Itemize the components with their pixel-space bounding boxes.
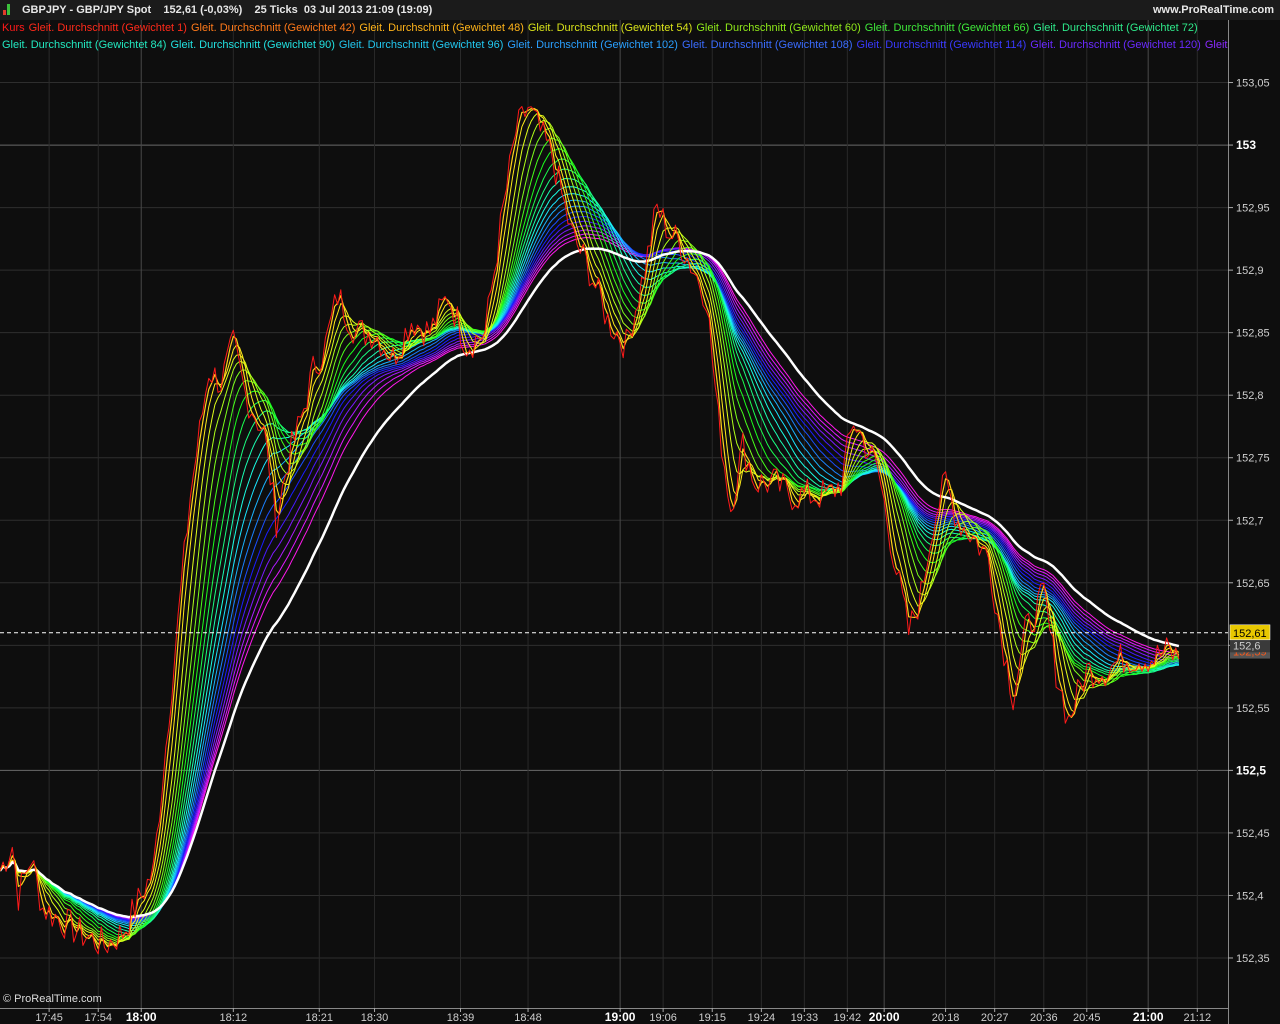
x-tick-label: 18:21 bbox=[306, 1012, 334, 1024]
legend-entry: Gleit. Durchschnitt (Gewichtet 60) bbox=[696, 22, 861, 34]
x-tick-label: 20:36 bbox=[1030, 1012, 1058, 1024]
x-tick-label: 19:24 bbox=[748, 1012, 776, 1024]
legend-entry: Gleit. D bbox=[1204, 39, 1228, 51]
x-tick-label: 19:42 bbox=[834, 1012, 862, 1024]
x-tick-label: 21:12 bbox=[1184, 1012, 1212, 1024]
legend-row-2: Gleit. Durchschnitt (Gewichtet 84) Gleit.… bbox=[2, 39, 1228, 51]
legend-entry: Gleit. Durchschnitt (Gewichtet 42) bbox=[190, 22, 356, 34]
x-tick-label: 21:00 bbox=[1133, 1010, 1164, 1024]
legend-entry: Gleit. Durchschnitt (Gewichtet 108) bbox=[681, 39, 853, 51]
legend-row-1: Kurs Gleit. Durchschnitt (Gewichtet 1) Gle… bbox=[2, 22, 1228, 34]
x-tick-label: 18:30 bbox=[361, 1012, 389, 1024]
y-tick-label: 152,85 bbox=[1236, 328, 1270, 340]
y-tick-label: 152,45 bbox=[1236, 828, 1270, 840]
x-tick-label: 19:15 bbox=[698, 1012, 726, 1024]
legend-entry: Gleit. Durchschnitt (Gewichtet 84) bbox=[2, 39, 167, 51]
y-tick-label: 152,55 bbox=[1236, 703, 1270, 715]
legend-entry: Gleit. Durchschnitt (Gewichtet 72) bbox=[1033, 22, 1198, 34]
x-tick-label: 20:18 bbox=[932, 1012, 960, 1024]
legend-entry: Gleit. Durchschnitt (Gewichtet 114) bbox=[856, 39, 1027, 51]
x-tick-label: 18:00 bbox=[126, 1010, 157, 1024]
legend-entry: Gleit. Durchschnitt (Gewichtet 120) bbox=[1030, 39, 1201, 51]
x-tick-label: 19:06 bbox=[649, 1012, 677, 1024]
legend-entry: Gleit. Durchschnitt (Gewichtet 96) bbox=[338, 39, 504, 51]
x-tick-label: 20:00 bbox=[869, 1010, 900, 1024]
x-tick-label: 20:45 bbox=[1073, 1012, 1101, 1024]
current-price-label: 152,61 bbox=[1233, 628, 1267, 640]
legend-entry: Gleit. Durchschnitt (Gewichtet 48) bbox=[359, 22, 524, 34]
y-tick-label: 152,65 bbox=[1236, 578, 1270, 590]
y-tick-label: 152,75 bbox=[1236, 453, 1270, 465]
y-tick-label: 152,35 bbox=[1236, 953, 1270, 965]
x-tick-label: 17:45 bbox=[35, 1012, 63, 1024]
legend-entry: Gleit. Durchschnitt (Gewichtet 102) bbox=[507, 39, 678, 51]
x-tick-label: 19:00 bbox=[605, 1010, 636, 1024]
legend-entry: Gleit. Durchschnitt (Gewichtet 90) bbox=[170, 39, 335, 51]
legend-entry: Gleit. Durchschnitt (Gewichtet 66) bbox=[864, 22, 1030, 34]
legend-entry: Gleit. Durchschnitt (Gewichtet 1) bbox=[28, 22, 187, 34]
y-tick-label: 153,05 bbox=[1236, 78, 1270, 90]
price-chart[interactable]: 153,05 153 152,95 152,9 152,85 152,8 152,75 152… bbox=[0, 0, 1280, 1024]
watermark: © ProRealTime.com bbox=[3, 993, 102, 1005]
price-tag-label: 152,6 bbox=[1233, 640, 1261, 652]
legend-entry: Kurs bbox=[2, 22, 25, 34]
y-tick-label: 152,8 bbox=[1236, 390, 1264, 402]
y-tick-label: 152,95 bbox=[1236, 203, 1270, 215]
legend-entry: Gleit. Durchschnitt (Gewichtet 54) bbox=[527, 22, 693, 34]
x-tick-label: 20:27 bbox=[981, 1012, 1009, 1024]
x-tick-label: 18:39 bbox=[447, 1012, 475, 1024]
y-tick-label: 152,5 bbox=[1236, 763, 1266, 777]
x-tick-label: 17:54 bbox=[84, 1012, 112, 1024]
y-tick-label: 152,7 bbox=[1236, 515, 1264, 527]
x-tick-label: 19:33 bbox=[791, 1012, 819, 1024]
x-tick-label: 18:12 bbox=[220, 1012, 248, 1024]
x-tick-label: 18:48 bbox=[514, 1012, 542, 1024]
y-tick-label: 153 bbox=[1236, 138, 1256, 152]
y-tick-label: 152,4 bbox=[1236, 890, 1264, 902]
y-tick-label: 152,9 bbox=[1236, 265, 1264, 277]
